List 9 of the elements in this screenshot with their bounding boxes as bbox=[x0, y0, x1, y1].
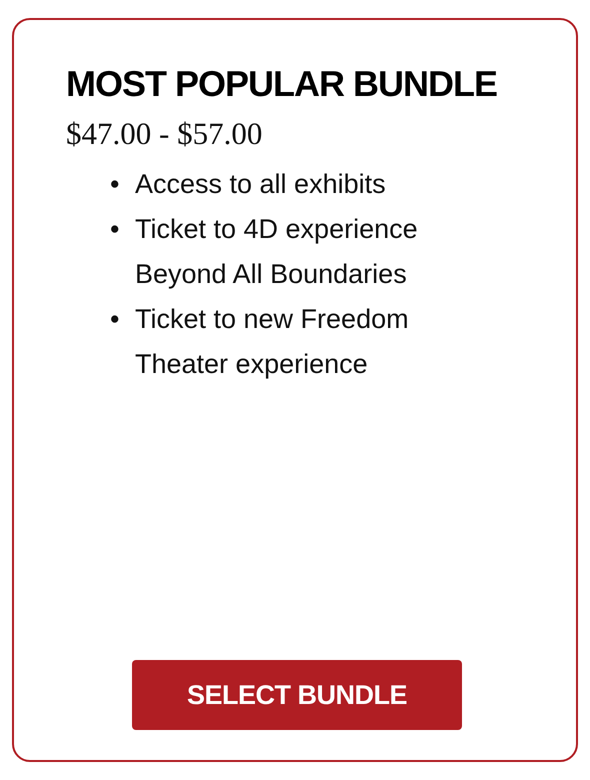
feature-item: Ticket to new Freedom Theater experience bbox=[135, 302, 410, 381]
bullet-mark: • bbox=[110, 302, 120, 336]
bullet-mark: • bbox=[110, 212, 120, 246]
feature-item: Access to all exhibits bbox=[135, 168, 387, 201]
price-range: $47.00 - $57.00 bbox=[66, 115, 264, 154]
card-title: MOST POPULAR BUNDLE bbox=[66, 62, 498, 106]
feature-item: Ticket to 4D experience Beyond All Boundaries bbox=[135, 212, 419, 291]
bullet-mark: • bbox=[110, 168, 120, 201]
select-bundle-button[interactable]: SELECT BUNDLE bbox=[132, 660, 462, 730]
